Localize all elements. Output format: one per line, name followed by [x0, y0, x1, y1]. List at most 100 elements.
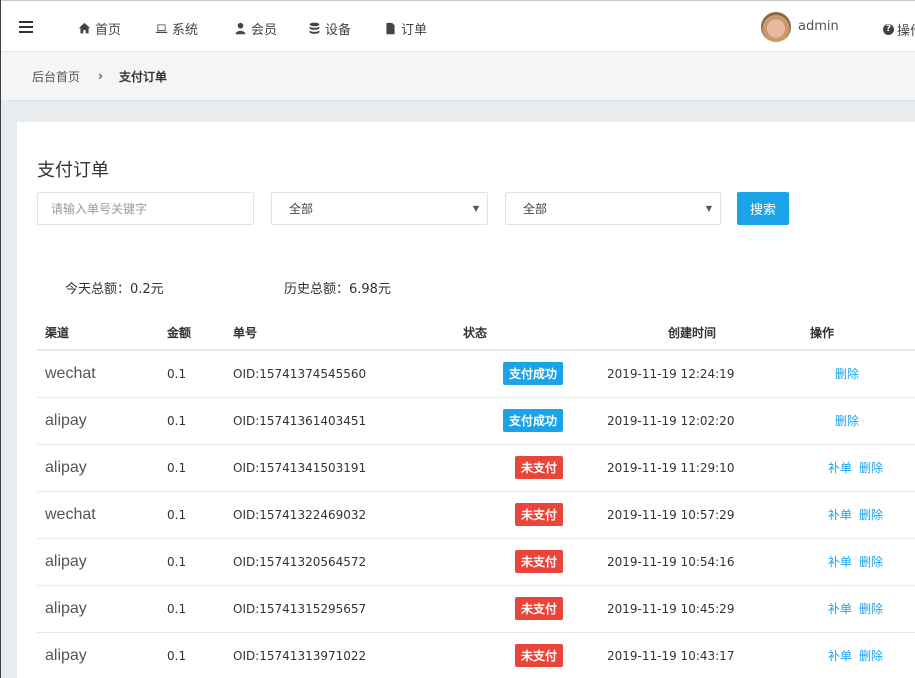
created-time-cell: 2019-11-19 10:45:29: [603, 585, 810, 633]
breadcrumb-current: 支付订单: [118, 69, 167, 84]
table-row: alipay 0.1 OID:15741313971022 未支付 2019-1…: [37, 632, 915, 678]
channel-cell: alipay: [45, 646, 87, 664]
nav-label: 首页: [95, 23, 122, 38]
status-badge: 未支付: [514, 597, 563, 620]
home-icon: [78, 22, 91, 34]
page-title: 支付订单: [37, 160, 109, 181]
actions-cell: 补单 删除: [810, 632, 915, 678]
header-amount: 金额: [167, 315, 233, 351]
created-time-cell: 2019-11-19 10:57:29: [603, 491, 810, 539]
orders-card: 支付订单 全部 ▼ 全部 ▼ 搜索 今天总额：0.2元 历史总额：6.98元 渠…: [17, 122, 915, 678]
resubmit-link[interactable]: 补单: [828, 508, 852, 522]
today-total: 今天总额：0.2元: [65, 282, 164, 297]
resubmit-link[interactable]: 补单: [828, 555, 852, 569]
nav-item-members[interactable]: 会员: [234, 19, 277, 38]
search-button[interactable]: 搜索: [737, 192, 789, 225]
delete-link[interactable]: 删除: [859, 555, 883, 569]
table-row: alipay 0.1 OID:15741315295657 未支付 2019-1…: [37, 585, 915, 633]
actions-cell: 补单 删除: [810, 491, 915, 539]
nav-label: 订单: [401, 23, 428, 38]
header-order-id: 单号: [233, 315, 463, 351]
channel-cell: wechat: [45, 364, 96, 382]
select-value: 全部: [523, 202, 548, 216]
avatar[interactable]: [761, 12, 791, 42]
order-id-cell: OID:15741322469032: [233, 491, 463, 539]
table-row: alipay 0.1 OID:15741341503191 未支付 2019-1…: [37, 444, 915, 492]
actions-cell: 补单 删除: [810, 538, 915, 586]
laptop-icon: [155, 24, 168, 33]
user-icon: [235, 22, 246, 35]
help-menu[interactable]: ? 操作: [883, 20, 915, 39]
channel-cell: alipay: [45, 552, 87, 570]
channel-cell: alipay: [45, 458, 87, 476]
channel-filter-select[interactable]: 全部 ▼: [271, 192, 488, 225]
channel-cell: alipay: [45, 599, 87, 617]
nav-label: 系统: [172, 23, 199, 38]
created-time-cell: 2019-11-19 10:43:17: [603, 632, 810, 678]
table-header-row: 渠道 金额 单号 状态 创建时间 操作: [37, 315, 915, 351]
delete-link[interactable]: 删除: [835, 414, 859, 428]
nav-label: 设备: [325, 23, 352, 38]
amount-cell: 0.1: [167, 444, 233, 492]
actions-cell: 补单 删除: [810, 585, 915, 633]
orders-table: 渠道 金额 单号 状态 创建时间 操作 wechat 0.1 OID:15741…: [37, 315, 915, 678]
file-icon: [386, 22, 395, 35]
order-id-cell: OID:15741313971022: [233, 632, 463, 678]
order-id-cell: OID:15741361403451: [233, 397, 463, 445]
delete-link[interactable]: 删除: [835, 367, 859, 381]
amount-cell: 0.1: [167, 632, 233, 678]
caret-down-icon: ▼: [705, 204, 712, 213]
status-badge: 未支付: [514, 503, 563, 526]
created-time-cell: 2019-11-19 11:29:10: [603, 444, 810, 492]
delete-link[interactable]: 删除: [859, 508, 883, 522]
status-badge: 未支付: [514, 644, 563, 667]
created-time-cell: 2019-11-19 10:54:16: [603, 538, 810, 586]
header-status: 状态: [463, 315, 603, 351]
nav-label: 会员: [251, 23, 278, 38]
actions-cell: 删除: [810, 397, 915, 445]
channel-cell: wechat: [45, 505, 96, 523]
status-filter-select[interactable]: 全部 ▼: [505, 192, 721, 225]
created-time-cell: 2019-11-19 12:02:20: [603, 397, 810, 445]
delete-link[interactable]: 删除: [859, 602, 883, 616]
table-row: wechat 0.1 OID:15741322469032 未支付 2019-1…: [37, 491, 915, 539]
amount-cell: 0.1: [167, 491, 233, 539]
top-navbar: 首页 系统 会员 设备 订单 admin ? 操作: [1, 0, 915, 52]
created-time-cell: 2019-11-19 12:24:19: [603, 350, 810, 398]
menu-toggle-icon[interactable]: [19, 21, 33, 33]
table-row: alipay 0.1 OID:15741320564572 未支付 2019-1…: [37, 538, 915, 586]
nav-item-devices[interactable]: 设备: [308, 19, 351, 38]
header-created-time: 创建时间: [603, 315, 810, 351]
table-row: alipay 0.1 OID:15741361403451 支付成功 2019-…: [37, 397, 915, 445]
delete-link[interactable]: 删除: [859, 461, 883, 475]
breadcrumb: 后台首页 › 支付订单: [1, 52, 915, 101]
caret-down-icon: ▼: [472, 204, 479, 213]
amount-cell: 0.1: [167, 585, 233, 633]
resubmit-link[interactable]: 补单: [828, 461, 852, 475]
channel-cell: alipay: [45, 411, 87, 429]
order-id-cell: OID:15741374545560: [233, 350, 463, 398]
help-label: 操作: [897, 24, 915, 39]
order-id-cell: OID:15741341503191: [233, 444, 463, 492]
actions-cell: 补单 删除: [810, 444, 915, 492]
nav-item-orders[interactable]: 订单: [384, 19, 427, 38]
amount-cell: 0.1: [167, 538, 233, 586]
header-actions: 操作: [810, 315, 915, 351]
search-input[interactable]: [37, 192, 254, 225]
resubmit-link[interactable]: 补单: [828, 649, 852, 663]
delete-link[interactable]: 删除: [859, 649, 883, 663]
order-id-cell: OID:15741315295657: [233, 585, 463, 633]
select-value: 全部: [289, 202, 314, 216]
nav-item-system[interactable]: 系统: [155, 19, 198, 38]
table-row: wechat 0.1 OID:15741374545560 支付成功 2019-…: [37, 350, 915, 398]
resubmit-link[interactable]: 补单: [828, 602, 852, 616]
history-total: 历史总额：6.98元: [284, 282, 391, 297]
status-badge: 未支付: [514, 550, 563, 573]
user-name[interactable]: admin: [798, 19, 839, 34]
breadcrumb-separator-icon: ›: [98, 69, 103, 83]
breadcrumb-home[interactable]: 后台首页: [32, 68, 80, 85]
order-id-cell: OID:15741320564572: [233, 538, 463, 586]
amount-cell: 0.1: [167, 350, 233, 398]
nav-item-home[interactable]: 首页: [78, 19, 121, 38]
status-badge: 支付成功: [502, 409, 563, 432]
